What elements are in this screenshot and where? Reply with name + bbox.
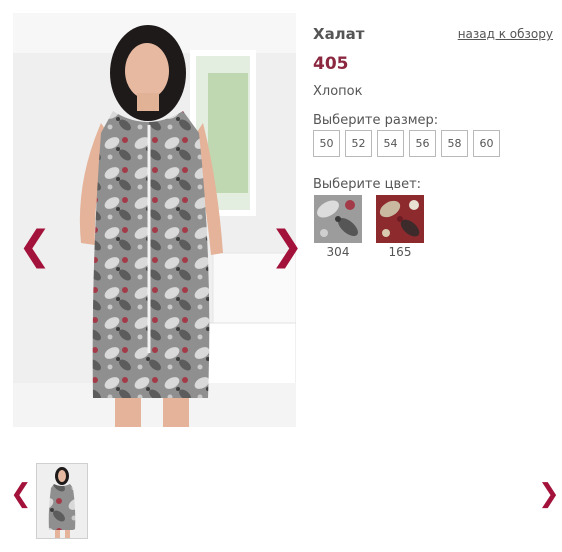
color-code-165: 165 xyxy=(388,245,412,259)
product-title: Халат xyxy=(313,25,365,43)
size-option-54[interactable]: 54 xyxy=(377,130,404,157)
size-option-50[interactable]: 50 xyxy=(313,130,340,157)
color-swatch-165[interactable] xyxy=(376,195,424,243)
size-option-56[interactable]: 56 xyxy=(409,130,436,157)
product-price: 405 xyxy=(313,54,349,74)
photo-next-arrow[interactable]: ❯ xyxy=(270,226,304,266)
size-option-60[interactable]: 60 xyxy=(473,130,500,157)
thumbnail-image[interactable] xyxy=(36,463,88,539)
thumbnail-next-arrow[interactable]: ❯ xyxy=(538,481,560,507)
product-main-photo[interactable] xyxy=(13,13,296,427)
color-code-304: 304 xyxy=(326,245,350,259)
photo-prev-arrow[interactable]: ❮ xyxy=(18,226,52,266)
product-material: Хлопок xyxy=(313,84,363,99)
size-option-58[interactable]: 58 xyxy=(441,130,468,157)
back-to-overview-link[interactable]: назад к обзору xyxy=(458,27,553,41)
size-selector-label: Выберите размер: xyxy=(313,113,439,128)
color-selector-label: Выберите цвет: xyxy=(313,177,422,192)
size-option-52[interactable]: 52 xyxy=(345,130,372,157)
size-selector: 50 52 54 56 58 60 xyxy=(313,130,500,157)
color-swatch-304[interactable] xyxy=(314,195,362,243)
thumbnail-prev-arrow[interactable]: ❮ xyxy=(10,481,32,507)
